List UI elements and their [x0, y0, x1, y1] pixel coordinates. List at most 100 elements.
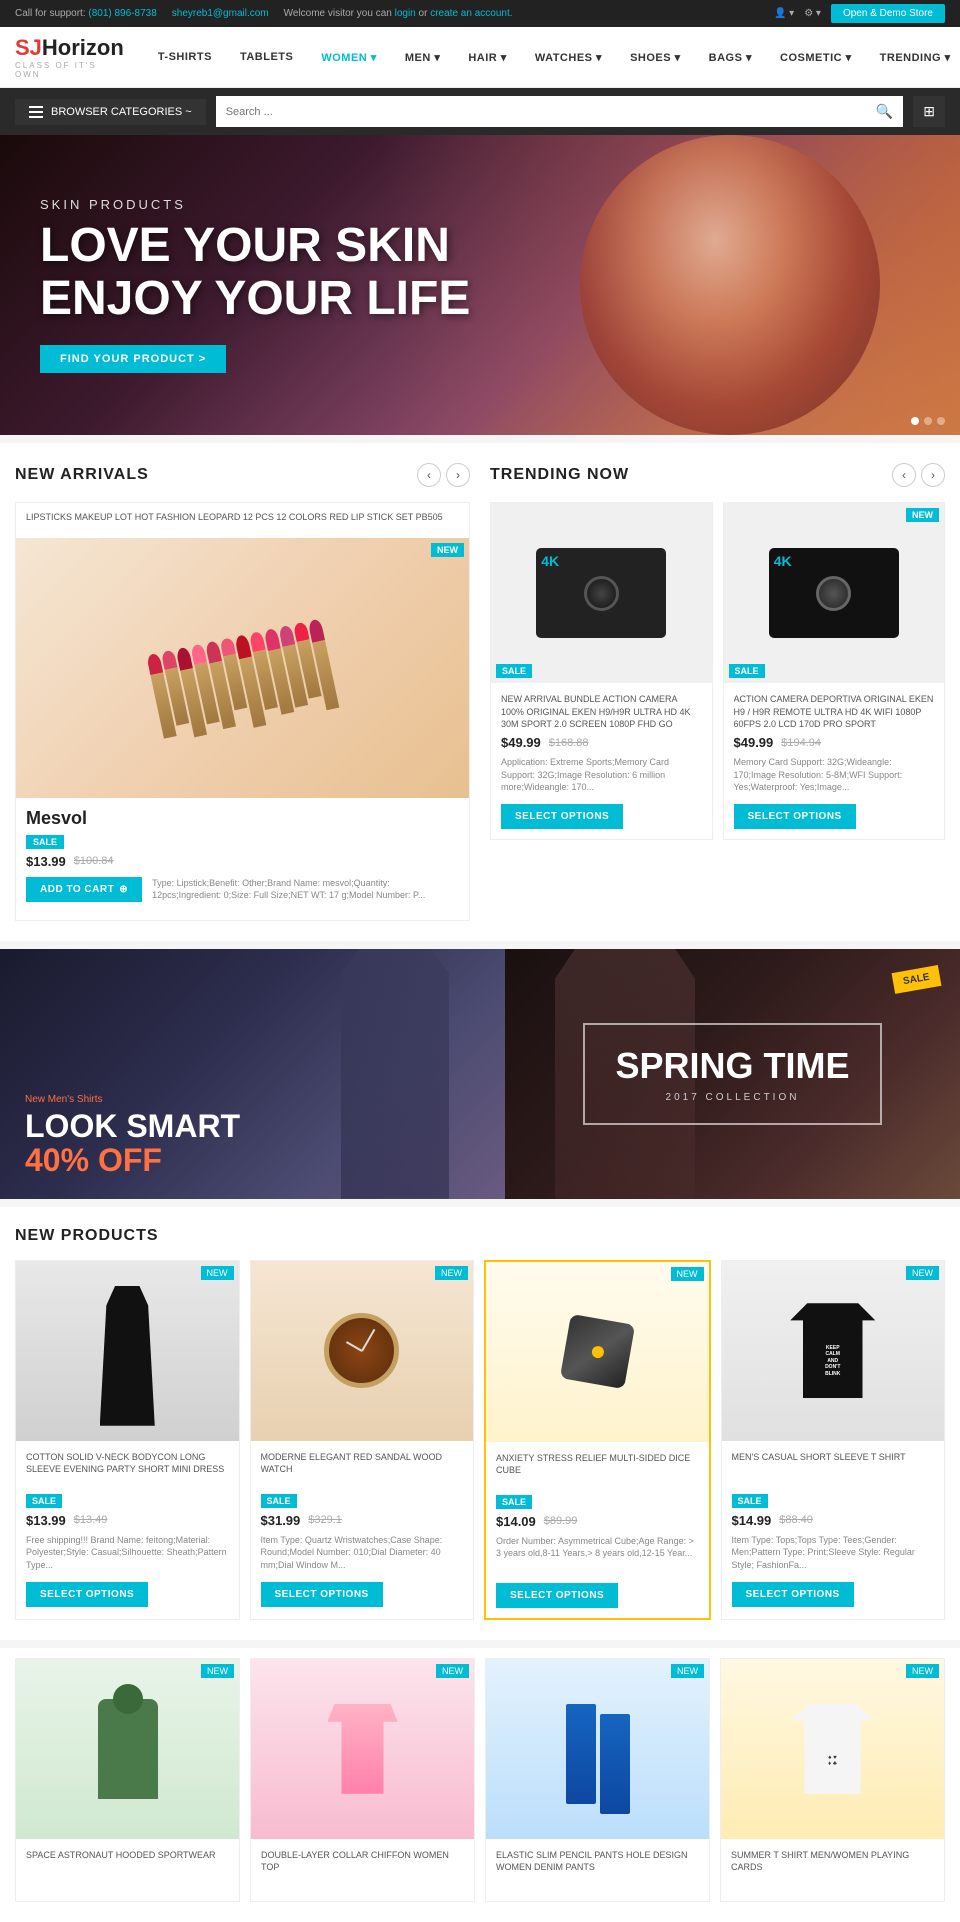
trending-product-2-price: $49.99 $194.94 [734, 735, 935, 750]
dot-3[interactable] [937, 417, 945, 425]
trending-price-1-current: $49.99 [501, 735, 541, 750]
new-product-3-price: $14.09 $89.99 [496, 1514, 699, 1529]
trending-product-2-image: NEW SALE 4K [724, 503, 945, 683]
new-product-4-select-button[interactable]: SELECT OPTIONS [732, 1582, 854, 1607]
bottom-product-3: NEW ELASTIC SLIM PENCIL PANTS HOLE DESIG… [485, 1658, 710, 1902]
trending-next-arrow[interactable]: › [921, 463, 945, 487]
new-product-3: NEW ANXIETY STRESS RELIEF MULTI-SIDED DI… [484, 1260, 711, 1620]
new-product-3-select-button[interactable]: SELECT OPTIONS [496, 1583, 618, 1608]
featured-product-image: NEW [16, 538, 469, 798]
cube-shape [560, 1314, 635, 1389]
nav-shoes[interactable]: SHOES ▾ [616, 41, 695, 74]
next-arrow[interactable]: › [446, 463, 470, 487]
new-product-1-price-current: $13.99 [26, 1513, 66, 1528]
add-to-cart-button[interactable]: ADD TO CART ⊕ [26, 877, 142, 902]
grid-icon[interactable]: ⊞ [913, 96, 945, 127]
hoodie-hood [113, 1684, 143, 1714]
trending-product-2-desc: Memory Card Support: 32G;Wideangle: 170;… [734, 756, 935, 796]
slider-dots [911, 417, 945, 425]
men-shirt-label: New Men's Shirts [25, 1094, 240, 1105]
new-product-1-info: COTTON SOLID V-NECK BODYCON LONG SLEEVE … [16, 1441, 239, 1617]
new-product-2-sale-badge: SALE [261, 1493, 464, 1507]
new-product-2-info: MODERNE ELEGANT RED SANDAL WOOD WATCH SA… [251, 1441, 474, 1617]
dot-2[interactable] [924, 417, 932, 425]
new-product-2-price-old: $329.1 [308, 1514, 342, 1526]
new-product-1-desc: Free shipping!!! Brand Name: feitong;Mat… [26, 1534, 229, 1574]
nav-men[interactable]: MEN ▾ [391, 41, 455, 74]
hero-subtitle: SKIN PRODUCTS [40, 197, 470, 212]
nav-tablets[interactable]: TABLETS [226, 41, 307, 73]
header: SJHorizon CLASS OF IT'S OWN T-SHIRTS TAB… [0, 27, 960, 88]
nav-women[interactable]: WOMEN ▾ [307, 41, 390, 74]
settings-icon[interactable]: ⚙ ▾ [804, 8, 821, 19]
trending-price-2-current: $49.99 [734, 735, 774, 750]
trending-prev-arrow[interactable]: ‹ [892, 463, 916, 487]
trending-product-1-name: NEW ARRIVAL BUNDLE ACTION CAMERA 100% OR… [501, 693, 702, 729]
watch-hand-1 [361, 1329, 375, 1352]
new-product-2-price: $31.99 $329.1 [261, 1513, 464, 1528]
bottom-product-3-info: ELASTIC SLIM PENCIL PANTS HOLE DESIGN WO… [486, 1839, 709, 1901]
hamburger-icon [29, 106, 43, 118]
hero-cta-button[interactable]: FIND YOUR PRODUCT > [40, 345, 226, 373]
bottom-products-row: NEW SPACE ASTRONAUT HOODED SPORTWEAR NEW… [0, 1648, 960, 1922]
new-product-3-image: NEW [486, 1262, 709, 1442]
trending-now-title: TRENDING NOW [490, 466, 629, 484]
featured-product-brand: Mesvol [26, 808, 459, 829]
logo[interactable]: SJHorizon CLASS OF IT'S OWN [15, 35, 124, 79]
bottom-product-4-image: NEW ♠ ♥♦ ♣ [721, 1659, 944, 1839]
cart-button[interactable]: Open & Demo Store [831, 4, 945, 23]
camera-lens-2 [816, 576, 851, 611]
bottom-product-4-name: SUMMER T SHIRT MEN/WOMEN PLAYING CARDS [731, 1849, 934, 1885]
nav-trending[interactable]: TRENDING ▾ [866, 41, 960, 74]
main-nav: T-SHIRTS TABLETS WOMEN ▾ MEN ▾ HAIR ▾ WA… [144, 41, 960, 74]
search-input[interactable] [216, 99, 866, 125]
create-account-link[interactable]: create an account. [430, 8, 512, 19]
prev-arrow[interactable]: ‹ [417, 463, 441, 487]
cube-center-dot [590, 1345, 604, 1359]
nav-hair[interactable]: HAIR ▾ [454, 41, 520, 74]
nav-cosmetic[interactable]: COSMETIC ▾ [766, 41, 866, 74]
watch-face [324, 1313, 399, 1388]
new-products-section: NEW PRODUCTS NEW COTTON SOLID V-NECK BOD… [0, 1207, 960, 1640]
bottom-product-4: NEW ♠ ♥♦ ♣ SUMMER T SHIRT MEN/WOMEN PLAY… [720, 1658, 945, 1902]
trending-price-1-old: $168.88 [549, 737, 589, 749]
trending-product-1-image: SALE 4K [491, 503, 712, 683]
new-product-3-price-old: $89.99 [544, 1515, 578, 1527]
featured-product-price: $13.99 $100.84 [26, 854, 459, 869]
new-product-4-desc: Item Type: Tops;Tops Type: Tees;Gender: … [732, 1534, 935, 1574]
top-bar-left: Call for support: (801) 896-8738 sheyreb… [15, 8, 513, 19]
new-arrivals-trending-section: NEW ARRIVALS ‹ › LIPSTICKS MAKEUP LOT HO… [0, 443, 960, 941]
nav-bags[interactable]: BAGS ▾ [695, 41, 766, 74]
nav-watches[interactable]: WATCHES ▾ [521, 41, 616, 74]
new-product-2-select-button[interactable]: SELECT OPTIONS [261, 1582, 383, 1607]
camera-body-1: 4K [536, 548, 666, 638]
featured-product-footer: ADD TO CART ⊕ Type: Lipstick;Benefit: Ot… [26, 877, 459, 910]
trending-select-2-button[interactable]: SELECT OPTIONS [734, 804, 856, 829]
email-link[interactable]: sheyreb1@gmail.com [172, 8, 269, 19]
tshirt-text: KEEPCALMANDDON'TBLINK [825, 1345, 840, 1378]
new-product-1-image: NEW [16, 1261, 239, 1441]
search-button[interactable]: 🔍 [866, 96, 903, 127]
search-input-wrap: 🔍 [216, 96, 904, 127]
login-link[interactable]: login [395, 8, 416, 19]
phone-link[interactable]: (801) 896-8738 [88, 8, 156, 19]
trending-product-1-price: $49.99 $168.88 [501, 735, 702, 750]
new-product-4-price-old: $88.40 [779, 1514, 813, 1526]
browser-categories-button[interactable]: BROWSER CATEGORIES ~ [15, 99, 206, 125]
phone-label: Call for support: (801) 896-8738 [15, 8, 157, 19]
dress-figure [100, 1286, 155, 1426]
trending-select-1-button[interactable]: SELECT OPTIONS [501, 804, 623, 829]
nav-tshirts[interactable]: T-SHIRTS [144, 41, 226, 73]
man-silhouette [305, 949, 485, 1199]
welcome-text: Welcome visitor you can login or create … [284, 8, 513, 19]
collection-subtitle: 2017 COLLECTION [615, 1092, 849, 1103]
bottom-product-2-name: DOUBLE-LAYER COLLAR CHIFFON WOMEN TOP [261, 1849, 464, 1885]
hero-title: LOVE YOUR SKIN ENJOY YOUR LIFE [40, 220, 470, 326]
new-product-1-select-button[interactable]: SELECT OPTIONS [26, 1582, 148, 1607]
new-product-4-sale-badge: SALE [732, 1493, 935, 1507]
dot-1[interactable] [911, 417, 919, 425]
trending-product-2: NEW SALE 4K ACTION CAMERA DEPORTIVA ORIG… [723, 502, 946, 840]
bottom-product-4-info: SUMMER T SHIRT MEN/WOMEN PLAYING CARDS [721, 1839, 944, 1901]
new-product-1-new-badge: NEW [201, 1266, 234, 1280]
user-icon[interactable]: 👤 ▾ [774, 8, 794, 19]
